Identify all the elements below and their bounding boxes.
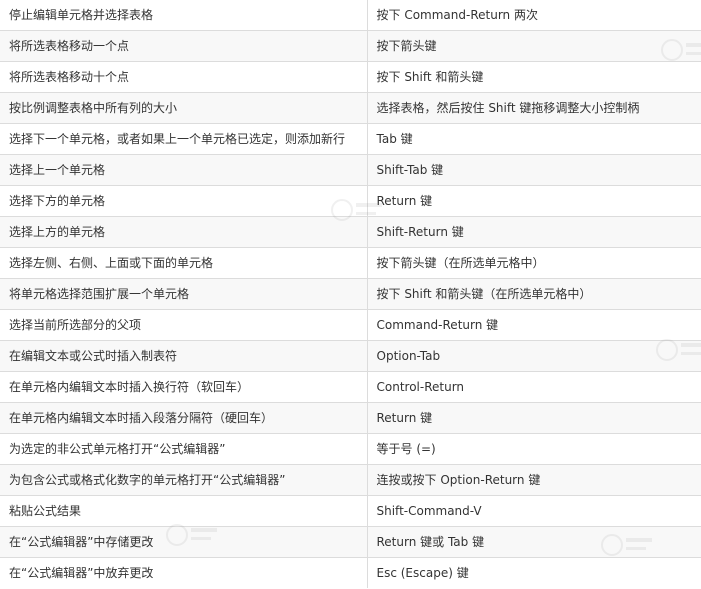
action-cell: 选择上方的单元格 — [0, 216, 368, 248]
action-cell: 按比例调整表格中所有列的大小 — [0, 92, 368, 124]
shortcut-keys-cell: 按下箭头键（在所选单元格中） — [366, 247, 701, 279]
table-row: 选择当前所选部分的父项 Command-Return 键 — [0, 309, 701, 341]
table-row: 将所选表格移动十个点 按下 Shift 和箭头键 — [0, 61, 701, 93]
table-row: 在单元格内编辑文本时插入换行符（软回车） Control-Return — [0, 371, 701, 403]
action-cell: 粘贴公式结果 — [0, 495, 368, 527]
shortcut-keys-cell: Return 键 — [366, 185, 701, 217]
action-cell: 为选定的非公式单元格打开“公式编辑器” — [0, 433, 368, 465]
shortcut-keys-cell: Return 键或 Tab 键 — [366, 526, 701, 558]
action-cell: 选择下一个单元格，或者如果上一个单元格已选定，则添加新行 — [0, 123, 368, 155]
action-cell: 停止编辑单元格并选择表格 — [0, 0, 368, 31]
shortcut-keys-cell: 按下 Command-Return 两次 — [366, 0, 701, 31]
shortcut-keys-cell: 选择表格，然后按住 Shift 键拖移调整大小控制柄 — [366, 92, 701, 124]
shortcut-keys-cell: 等于号 (=) — [366, 433, 701, 465]
table-row: 为选定的非公式单元格打开“公式编辑器” 等于号 (=) — [0, 433, 701, 465]
table-row: 按比例调整表格中所有列的大小 选择表格，然后按住 Shift 键拖移调整大小控制柄 — [0, 92, 701, 124]
shortcut-keys-cell: Shift-Tab 键 — [366, 154, 701, 186]
action-cell: 将所选表格移动一个点 — [0, 30, 368, 62]
shortcut-keys-cell: Return 键 — [366, 402, 701, 434]
table-row: 选择下一个单元格，或者如果上一个单元格已选定，则添加新行 Tab 键 — [0, 123, 701, 155]
action-cell: 在单元格内编辑文本时插入换行符（软回车） — [0, 371, 368, 403]
action-cell: 在“公式编辑器”中放弃更改 — [0, 557, 368, 588]
table-row: 选择下方的单元格 Return 键 — [0, 185, 701, 217]
shortcut-keys-cell: Shift-Command-V — [366, 495, 701, 527]
table-row: 将单元格选择范围扩展一个单元格 按下 Shift 和箭头键（在所选单元格中） — [0, 278, 701, 310]
shortcut-keys-cell: Control-Return — [366, 371, 701, 403]
action-cell: 选择当前所选部分的父项 — [0, 309, 368, 341]
shortcut-keys-cell: Esc (Escape) 键 — [366, 557, 701, 588]
table-row: 在“公式编辑器”中放弃更改 Esc (Escape) 键 — [0, 557, 701, 588]
shortcut-keys-cell: 按下 Shift 和箭头键（在所选单元格中） — [366, 278, 701, 310]
action-cell: 选择上一个单元格 — [0, 154, 368, 186]
shortcut-keys-cell: 按下箭头键 — [366, 30, 701, 62]
table-row: 选择上一个单元格 Shift-Tab 键 — [0, 154, 701, 186]
shortcut-table: 停止编辑单元格并选择表格 按下 Command-Return 两次 将所选表格移动一… — [0, 0, 701, 588]
action-cell: 在“公式编辑器”中存储更改 — [0, 526, 368, 558]
table-row: 在编辑文本或公式时插入制表符 Option-Tab — [0, 340, 701, 372]
table-row: 在单元格内编辑文本时插入段落分隔符（硬回车） Return 键 — [0, 402, 701, 434]
action-cell: 为包含公式或格式化数字的单元格打开“公式编辑器” — [0, 464, 368, 496]
table-row: 将所选表格移动一个点 按下箭头键 — [0, 30, 701, 62]
table-row: 在“公式编辑器”中存储更改 Return 键或 Tab 键 — [0, 526, 701, 558]
action-cell: 选择下方的单元格 — [0, 185, 368, 217]
action-cell: 选择左侧、右侧、上面或下面的单元格 — [0, 247, 368, 279]
shortcut-keys-cell: Shift-Return 键 — [366, 216, 701, 248]
shortcut-keys-cell: Command-Return 键 — [366, 309, 701, 341]
action-cell: 将单元格选择范围扩展一个单元格 — [0, 278, 368, 310]
table-row: 粘贴公式结果 Shift-Command-V — [0, 495, 701, 527]
table-row: 选择上方的单元格 Shift-Return 键 — [0, 216, 701, 248]
action-cell: 在单元格内编辑文本时插入段落分隔符（硬回车） — [0, 402, 368, 434]
shortcut-keys-cell: 连按或按下 Option-Return 键 — [366, 464, 701, 496]
shortcut-table-body: 停止编辑单元格并选择表格 按下 Command-Return 两次 将所选表格移动一… — [0, 0, 701, 588]
action-cell: 将所选表格移动十个点 — [0, 61, 368, 93]
shortcut-keys-cell: Tab 键 — [366, 123, 701, 155]
table-row: 为包含公式或格式化数字的单元格打开“公式编辑器” 连按或按下 Option-Ret… — [0, 464, 701, 496]
table-row: 选择左侧、右侧、上面或下面的单元格 按下箭头键（在所选单元格中） — [0, 247, 701, 279]
shortcut-keys-cell: Option-Tab — [366, 340, 701, 372]
action-cell: 在编辑文本或公式时插入制表符 — [0, 340, 368, 372]
table-row: 停止编辑单元格并选择表格 按下 Command-Return 两次 — [0, 0, 701, 31]
shortcut-keys-cell: 按下 Shift 和箭头键 — [366, 61, 701, 93]
